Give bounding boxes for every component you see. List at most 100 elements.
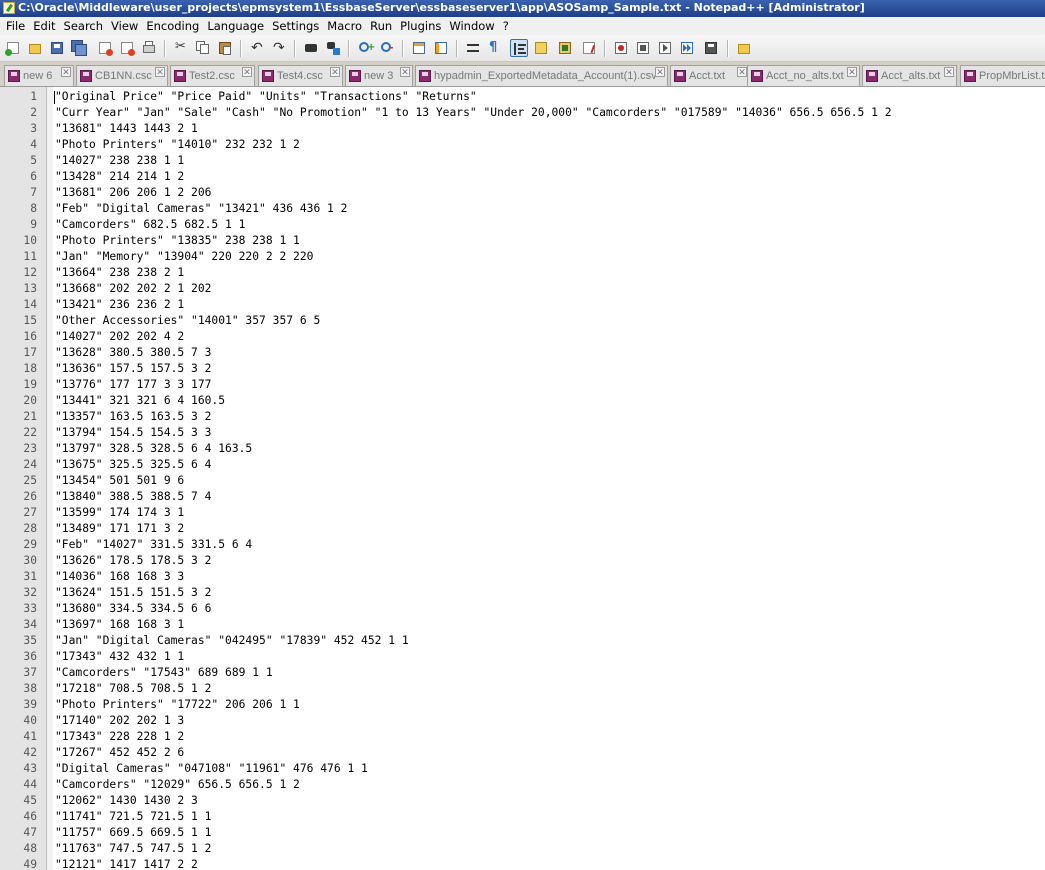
- open-file-icon[interactable]: [26, 39, 44, 57]
- line-text[interactable]: "13626" 178.5 178.5 3 2: [55, 553, 211, 569]
- text-line[interactable]: 20 "13441" 321 321 6 4 160.5: [0, 393, 1045, 409]
- text-line[interactable]: 47 "11757" 669.5 669.5 1 1: [0, 825, 1045, 841]
- tab-hypadmin-exported-metadata[interactable]: hypadmin_ExportedMetadata_Account(1).csv…: [415, 65, 668, 86]
- line-text[interactable]: "13681" 1443 1443 2 1: [55, 121, 198, 137]
- menu-file[interactable]: File: [0, 17, 29, 35]
- line-text[interactable]: "Photo Printers" "14010" 232 232 1 2: [55, 137, 300, 153]
- text-line[interactable]: 17 "13628" 380.5 380.5 7 3: [0, 345, 1045, 361]
- tab-propmbrlist-txt[interactable]: PropMbrList.txt: [960, 65, 1045, 86]
- text-line[interactable]: 46 "11741" 721.5 721.5 1 1: [0, 809, 1045, 825]
- tab-close-icon[interactable]: ✕: [330, 67, 340, 77]
- text-line[interactable]: 4 "Photo Printers" "14010" 232 232 1 2: [0, 137, 1045, 153]
- text-line[interactable]: 15 "Other Accessories" "14001" 357 357 6 …: [0, 313, 1045, 329]
- text-line[interactable]: 9 "Camcorders" 682.5 682.5 1 1: [0, 217, 1045, 233]
- menu-search[interactable]: Search: [60, 17, 108, 35]
- line-text[interactable]: "13636" 157.5 157.5 3 2: [55, 361, 211, 377]
- run-macro-multiple-icon[interactable]: [678, 39, 696, 57]
- text-line[interactable]: 45 "12062" 1430 1430 2 3: [0, 793, 1045, 809]
- line-text[interactable]: "13628" 380.5 380.5 7 3: [55, 345, 211, 361]
- text-line[interactable]: 41 "17343" 228 228 1 2: [0, 729, 1045, 745]
- user-lang-icon[interactable]: [532, 39, 550, 57]
- stop-macro-icon[interactable]: [634, 39, 652, 57]
- line-text[interactable]: "12121" 1417 1417 2 2: [55, 857, 198, 870]
- text-line[interactable]: 33 "13680" 334.5 334.5 6 6: [0, 601, 1045, 617]
- text-line[interactable]: 7 "13681" 206 206 1 2 206: [0, 185, 1045, 201]
- line-text[interactable]: "11763" 747.5 747.5 1 2: [55, 841, 211, 857]
- tab-test2-csc[interactable]: Test2.csc ✕: [170, 65, 255, 86]
- tab-cb1nn-csc[interactable]: CB1NN.csc ✕: [76, 65, 168, 86]
- line-text[interactable]: "17267" 452 452 2 6: [55, 745, 184, 761]
- text-line[interactable]: 40 "17140" 202 202 1 3: [0, 713, 1045, 729]
- line-text[interactable]: "17343" 228 228 1 2: [55, 729, 184, 745]
- line-text[interactable]: "Jan" "Memory" "13904" 220 220 2 2 220: [55, 249, 313, 265]
- text-line[interactable]: 37 "Camcorders" "17543" 689 689 1 1: [0, 665, 1045, 681]
- line-text[interactable]: "13599" 174 174 3 1: [55, 505, 184, 521]
- close-all-icon[interactable]: [118, 39, 136, 57]
- print-icon[interactable]: [140, 39, 158, 57]
- tab-close-icon[interactable]: ✕: [61, 67, 71, 77]
- sync-vertical-icon[interactable]: [410, 39, 428, 57]
- text-line[interactable]: 19 "13776" 177 177 3 3 177: [0, 377, 1045, 393]
- replace-icon[interactable]: [324, 39, 342, 57]
- folder-workspace-icon[interactable]: [735, 39, 753, 57]
- line-text[interactable]: "14027" 202 202 4 2: [55, 329, 184, 345]
- text-line[interactable]: 11 "Jan" "Memory" "13904" 220 220 2 2 220: [0, 249, 1045, 265]
- text-line[interactable]: 2 "Curr Year" "Jan" "Sale" "Cash" "No Pro…: [0, 105, 1045, 121]
- line-text[interactable]: "13428" 214 214 1 2: [55, 169, 184, 185]
- line-text[interactable]: "Digital Cameras" "047108" "11961" 476 4…: [55, 761, 368, 777]
- tab-new-3[interactable]: new 3 ✕: [345, 65, 413, 86]
- line-text[interactable]: "14036" 168 168 3 3: [55, 569, 184, 585]
- tab-close-icon[interactable]: ✕: [737, 67, 747, 77]
- text-line[interactable]: 14 "13421" 236 236 2 1: [0, 297, 1045, 313]
- word-wrap-icon[interactable]: [464, 39, 482, 57]
- line-text[interactable]: "13681" 206 206 1 2 206: [55, 185, 211, 201]
- line-text[interactable]: "Photo Printers" "13835" 238 238 1 1: [55, 233, 300, 249]
- tab-acct-txt[interactable]: Acct.txt ✕: [670, 65, 750, 86]
- text-line[interactable]: 8 "Feb" "Digital Cameras" "13421" 436 436…: [0, 201, 1045, 217]
- play-macro-icon[interactable]: [656, 39, 674, 57]
- text-line[interactable]: 29 "Feb" "14027" 331.5 331.5 6 4: [0, 537, 1045, 553]
- sync-horizontal-icon[interactable]: [432, 39, 450, 57]
- zoom-in-icon[interactable]: +: [356, 39, 375, 57]
- line-text[interactable]: "13776" 177 177 3 3 177: [55, 377, 211, 393]
- tab-close-icon[interactable]: ✕: [847, 67, 857, 77]
- line-text[interactable]: "11757" 669.5 669.5 1 1: [55, 825, 211, 841]
- text-line[interactable]: 31 "14036" 168 168 3 3: [0, 569, 1045, 585]
- tab-new-6[interactable]: new 6 ✕: [4, 65, 74, 86]
- line-text[interactable]: "13794" 154.5 154.5 3 3: [55, 425, 211, 441]
- line-text[interactable]: "13840" 388.5 388.5 7 4: [55, 489, 211, 505]
- line-text[interactable]: "13421" 236 236 2 1: [55, 297, 184, 313]
- line-text[interactable]: "13454" 501 501 9 6: [55, 473, 184, 489]
- text-line[interactable]: 27 "13599" 174 174 3 1: [0, 505, 1045, 521]
- text-line[interactable]: 26 "13840" 388.5 388.5 7 4: [0, 489, 1045, 505]
- tab-test4-csc[interactable]: Test4.csc ✕: [258, 65, 343, 86]
- text-line[interactable]: 12 "13664" 238 238 2 1: [0, 265, 1045, 281]
- text-line[interactable]: 5 "14027" 238 238 1 1: [0, 153, 1045, 169]
- line-text[interactable]: "Camcorders" "17543" 689 689 1 1: [55, 665, 273, 681]
- line-text[interactable]: "Camcorders" "12029" 656.5 656.5 1 2: [55, 777, 300, 793]
- indent-guide-icon[interactable]: [510, 39, 528, 57]
- line-text[interactable]: "13624" 151.5 151.5 3 2: [55, 585, 211, 601]
- line-text[interactable]: "Curr Year" "Jan" "Sale" "Cash" "No Prom…: [55, 105, 892, 121]
- line-text[interactable]: "14027" 238 238 1 1: [55, 153, 184, 169]
- save-icon[interactable]: [48, 39, 66, 57]
- text-line[interactable]: 38 "17218" 708.5 708.5 1 2: [0, 681, 1045, 697]
- line-text[interactable]: "17218" 708.5 708.5 1 2: [55, 681, 211, 697]
- text-line[interactable]: 24 "13675" 325.5 325.5 6 4: [0, 457, 1045, 473]
- tab-close-icon[interactable]: ✕: [655, 67, 665, 77]
- text-line[interactable]: 22 "13794" 154.5 154.5 3 3: [0, 425, 1045, 441]
- text-line[interactable]: 43 "Digital Cameras" "047108" "11961" 476…: [0, 761, 1045, 777]
- line-text[interactable]: "Jan" "Digital Cameras" "042495" "17839"…: [55, 633, 409, 649]
- tab-close-icon[interactable]: ✕: [242, 67, 252, 77]
- tab-acct-no-alts-txt[interactable]: Acct_no_alts.txt ✕: [747, 65, 860, 86]
- line-text[interactable]: "11741" 721.5 721.5 1 1: [55, 809, 211, 825]
- text-line[interactable]: 16 "14027" 202 202 4 2: [0, 329, 1045, 345]
- line-text[interactable]: "Camcorders" 682.5 682.5 1 1: [55, 217, 245, 233]
- editor-pane[interactable]: 1 "Original Price" "Price Paid" "Units" "…: [0, 87, 1045, 870]
- text-line[interactable]: 44 "Camcorders" "12029" 656.5 656.5 1 2: [0, 777, 1045, 793]
- menu-language[interactable]: Language: [203, 17, 268, 35]
- menu-edit[interactable]: Edit: [29, 17, 59, 35]
- text-line[interactable]: 28 "13489" 171 171 3 2: [0, 521, 1045, 537]
- function-list-icon[interactable]: [580, 39, 598, 57]
- redo-icon[interactable]: ↷: [270, 39, 288, 57]
